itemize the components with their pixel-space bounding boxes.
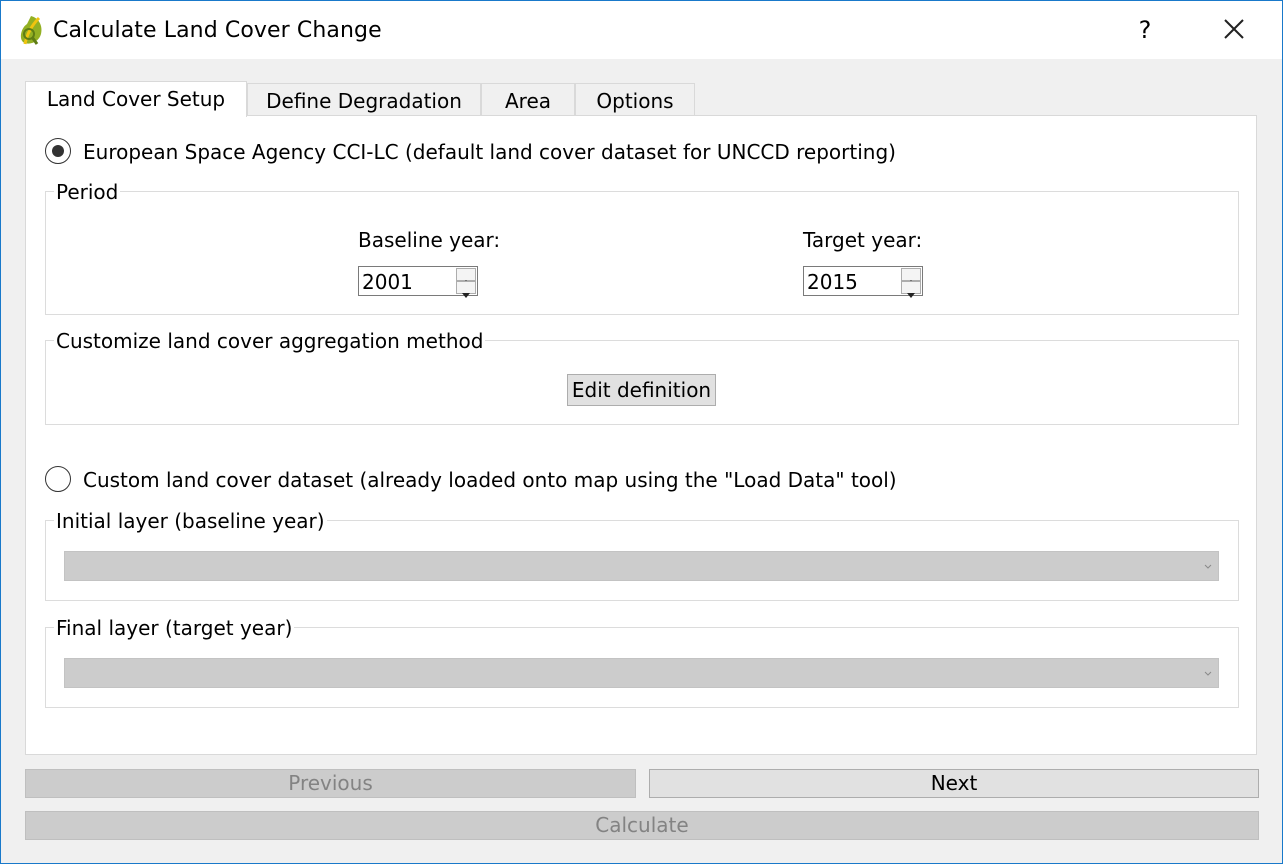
target-year-label: Target year: — [803, 228, 923, 252]
qgis-logo-icon — [20, 16, 42, 45]
custom-dataset-radio[interactable] — [45, 466, 71, 492]
tab-define-degradation[interactable]: Define Degradation — [247, 83, 481, 117]
baseline-year-value: 2001 — [362, 270, 413, 294]
spin-down-icon[interactable] — [901, 281, 921, 298]
calculate-button[interactable]: Calculate — [25, 811, 1259, 840]
aggregation-group-title: Customize land cover aggregation method — [54, 329, 486, 353]
baseline-year-label: Baseline year: — [358, 228, 501, 252]
tab-label: Options — [596, 89, 674, 113]
spin-down-icon[interactable] — [456, 281, 476, 298]
title-bar: Calculate Land Cover Change ? — [1, 1, 1282, 59]
target-year-spinbox[interactable]: 2015 — [803, 266, 923, 298]
period-group — [45, 191, 1239, 315]
tab-label: Area — [504, 89, 552, 113]
tab-label: Land Cover Setup — [46, 87, 226, 111]
help-button[interactable]: ? — [1129, 13, 1161, 47]
tab-options[interactable]: Options — [575, 83, 695, 117]
target-year-value: 2015 — [807, 270, 858, 294]
previous-button[interactable]: Previous — [25, 769, 636, 798]
spin-up-icon[interactable] — [901, 268, 921, 285]
esa-radio-label[interactable]: European Space Agency CCI-LC (default la… — [83, 140, 896, 164]
tab-label: Define Degradation — [266, 89, 462, 113]
tab-land-cover-setup[interactable]: Land Cover Setup — [25, 81, 247, 117]
spin-up-icon[interactable] — [456, 268, 476, 285]
window-title: Calculate Land Cover Change — [53, 18, 382, 43]
baseline-year-spinbox[interactable]: 2001 — [358, 266, 478, 298]
chevron-down-icon — [1204, 671, 1212, 676]
dialog-window: Calculate Land Cover Change ? Land Cover… — [0, 0, 1283, 864]
final-layer-group-title: Final layer (target year) — [54, 616, 295, 640]
radio-selected-dot — [52, 145, 64, 157]
final-layer-combobox[interactable] — [64, 658, 1219, 688]
next-button[interactable]: Next — [649, 769, 1259, 798]
close-icon[interactable] — [1217, 13, 1251, 47]
chevron-down-icon — [1204, 564, 1212, 569]
initial-layer-combobox[interactable] — [64, 551, 1219, 581]
tab-area[interactable]: Area — [481, 83, 575, 117]
custom-dataset-radio-label[interactable]: Custom land cover dataset (already loade… — [83, 468, 897, 492]
spin-arrows — [456, 268, 476, 298]
esa-radio[interactable] — [45, 138, 71, 164]
edit-definition-button[interactable]: Edit definition — [567, 374, 716, 406]
initial-layer-group-title: Initial layer (baseline year) — [54, 509, 327, 533]
spin-arrows — [901, 268, 921, 298]
period-group-title: Period — [54, 180, 121, 204]
